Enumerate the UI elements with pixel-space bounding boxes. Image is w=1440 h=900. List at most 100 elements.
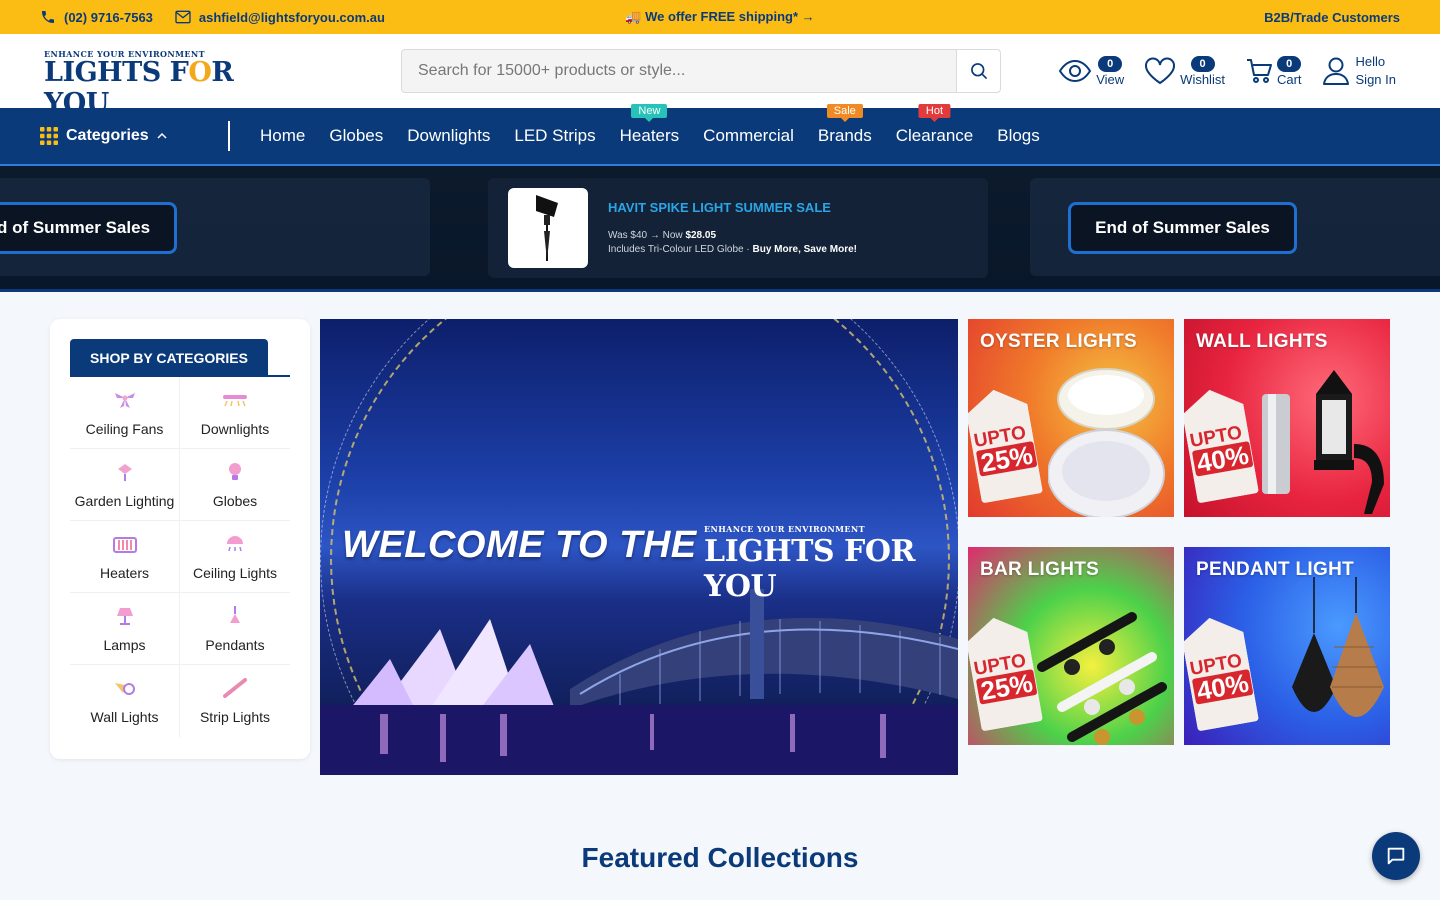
nav-home[interactable]: Home [260,126,305,146]
phone-icon [42,11,54,23]
sale-badge: Sale [826,104,863,122]
email-link[interactable]: ashfield@lightsforyou.com.au [175,10,385,25]
category-globes[interactable]: Globes [180,449,290,521]
category-heaters[interactable]: Heaters [70,521,180,593]
sign-in-label: Sign In [1355,72,1396,87]
ceiling-light-icon [222,533,248,555]
promo-title: HAVIT SPIKE LIGHT SUMMER SALE [608,199,831,215]
main-content: SHOP BY CATEGORIES Ceiling Fans Downligh… [0,294,1440,900]
categories-menu-button[interactable]: Categories [0,121,230,151]
tile-wall-lights[interactable]: WALL LIGHTS UPTO 40% [1184,319,1390,517]
tile-oyster-lights[interactable]: OYSTER LIGHTS UPTO 25% [968,319,1174,517]
lamp-icon [112,605,138,627]
bar-light-image [1037,612,1167,745]
cart-button[interactable]: 0 Cart [1245,55,1302,87]
spike-light-image [508,188,588,268]
pendant-icon [222,605,248,627]
category-ceiling-lights[interactable]: Ceiling Lights [180,521,290,593]
featured-collections-heading: Featured Collections [581,842,859,873]
strip-light-icon [222,677,248,699]
top-bar: (02) 9716-7563 ashfield@lightsforyou.com… [0,0,1440,34]
nav-brands[interactable]: Sale Brands [818,104,872,146]
promo-card[interactable]: HAVIT SPIKE LIGHT SUMMER SALE Was $40 → … [488,178,988,278]
search-input[interactable] [402,50,956,92]
cart-count-badge: 0 [1277,55,1302,72]
hello-label: Hello [1355,54,1386,69]
cart-icon [1246,59,1272,83]
tile-title: BAR LIGHTS [980,559,1100,580]
globe-bulb-icon [222,461,248,483]
category-pendants[interactable]: Pendants [180,593,290,665]
chat-icon [1387,847,1405,865]
discount-label: UPTO 40% [1188,422,1254,478]
b2b-trade-link[interactable]: B2B/Trade Customers [1264,10,1400,25]
wall-light-image [1262,370,1384,514]
tile-title: WALL LIGHTS [1196,331,1328,352]
tile-pendant-light[interactable]: PENDANT LIGHT UPTO 40% [1184,547,1390,745]
end-of-summer-sales-button[interactable]: End of Summer Sales [1068,202,1297,254]
new-badge: New [631,104,668,122]
search-button[interactable] [956,50,1000,92]
discount-label: UPTO 25% [972,422,1038,478]
email-address: ashfield@lightsforyou.com.au [198,9,385,25]
phone-number: (02) 9716-7563 [64,9,153,25]
heater-icon [112,533,138,555]
cart-label: Cart [1276,71,1302,87]
tile-bar-lights[interactable]: BAR LIGHTS UPTO 25% [968,547,1174,745]
end-of-summer-sales-button[interactable]: d of Summer Sales [0,202,177,254]
nav-downlights[interactable]: Downlights [407,126,490,146]
oyster-light-image [1048,368,1165,517]
spike-light-icon [536,195,558,261]
heart-icon [1145,57,1176,85]
site-logo[interactable]: ENHANCE YOUR ENVIRONMENT LIGHTS FOR YOU [44,49,294,119]
category-ceiling-fans[interactable]: Ceiling Fans [70,377,180,449]
view-count-badge: 0 [1098,55,1123,72]
sign-in-button[interactable]: Hello Sign In [1322,53,1396,89]
view-label: View [1096,71,1125,87]
nav-clearance[interactable]: Hot Clearance [896,104,973,146]
grid-icon [40,127,58,145]
search-bar [401,49,1001,93]
wishlist-count-badge: 0 [1190,55,1215,72]
hot-badge: Hot [918,104,951,122]
nav-commercial[interactable]: Commercial [703,126,794,146]
nav-globes[interactable]: Globes [329,126,383,146]
wishlist-label: Wishlist [1180,71,1225,87]
free-shipping-link[interactable]: 🚚 We offer FREE shipping* → [625,9,814,24]
category-strip-lights[interactable]: Strip Lights [180,665,290,737]
discount-label: UPTO 25% [972,650,1038,706]
site-header: ENHANCE YOUR ENVIRONMENT LIGHTS FOR YOU … [0,34,1440,119]
category-wall-lights[interactable]: Wall Lights [70,665,180,737]
search-icon [970,63,987,79]
categories-label: Categories [66,127,149,144]
ceiling-fan-icon [112,389,138,411]
chevron-up-icon [157,132,167,139]
nav-led-strips[interactable]: LED Strips [514,126,595,146]
category-lamps[interactable]: Lamps [70,593,180,665]
promo-price: Was $40 → Now $28.05 [608,229,717,241]
phone-link[interactable]: (02) 9716-7563 [40,9,153,25]
pendant-light-image [1292,577,1384,717]
promo-includes: Includes Tri-Colour LED Globe · Buy More… [608,243,857,255]
downlight-icon [222,389,248,411]
garden-light-icon [112,461,138,483]
tile-title: OYSTER LIGHTS [980,331,1137,352]
main-nav: Categories Home Globes Downlights LED St… [0,104,1440,166]
hero-logo: ENHANCE YOUR ENVIRONMENT LIGHTS FOR YOU [704,524,915,604]
discount-label: UPTO 40% [1188,650,1254,706]
promo-carousel: d of Summer Sales HAVIT SPIKE LIGHT SUMM… [0,166,1440,292]
chat-widget-button[interactable] [1372,832,1420,880]
recently-viewed-button[interactable]: 0 View [1058,55,1125,87]
eye-icon [1059,59,1092,83]
nav-blogs[interactable]: Blogs [997,126,1040,146]
nav-heaters[interactable]: New Heaters [620,104,679,146]
user-icon [1322,57,1349,85]
wishlist-button[interactable]: 0 Wishlist [1144,55,1225,87]
shop-by-categories-heading: SHOP BY CATEGORIES [70,339,268,377]
wall-light-icon [112,677,138,699]
hero-banner[interactable]: WELCOME TO THE ENHANCE YOUR ENVIRONMENT … [320,319,958,775]
category-garden-lighting[interactable]: Garden Lighting [70,449,180,521]
hero-welcome-text: WELCOME TO THE [342,524,697,566]
mail-icon [175,10,191,24]
category-downlights[interactable]: Downlights [180,377,290,449]
